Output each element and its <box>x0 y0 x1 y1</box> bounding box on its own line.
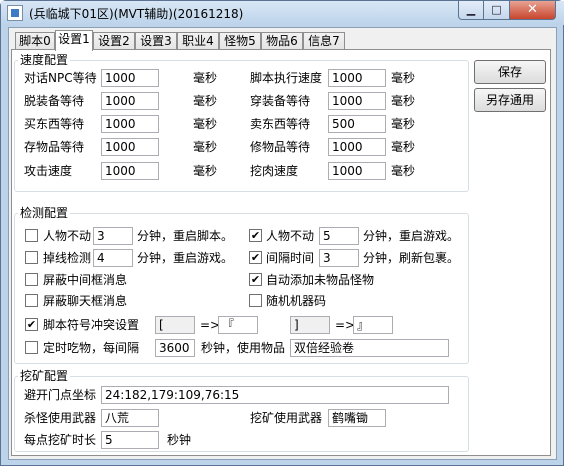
dig-duration-unit: 秒钟 <box>167 433 192 447</box>
tab-settings2[interactable]: 设置2 <box>93 32 135 50</box>
disconnect-checkbox[interactable] <box>25 251 38 264</box>
disconnect-minutes-input[interactable]: 4 <box>93 249 133 267</box>
symbol-to2-input[interactable]: 』 <box>353 316 393 334</box>
kill-weapon-input[interactable]: 八荒 <box>101 409 159 427</box>
store-wait-input[interactable]: 1000 <box>101 138 159 156</box>
mine-weapon-input[interactable]: 鹤嘴锄 <box>328 409 386 427</box>
buy-wait-label: 买东西等待 <box>24 117 85 131</box>
title-bar[interactable]: (兵临城下01区)(MVT辅助)(20161218) ▁ □ ✕ <box>1 1 564 25</box>
unit-label: 毫秒 <box>193 140 218 154</box>
unit-label: 毫秒 <box>391 94 416 108</box>
tab-class4[interactable]: 职业4 <box>177 32 219 50</box>
block-middle-checkbox[interactable] <box>25 273 38 286</box>
symbol-from2-input[interactable]: ] <box>290 316 330 334</box>
npc-wait-label: 对话NPC等待 <box>24 71 97 85</box>
idle-label: 人物不动 <box>43 229 92 243</box>
block-chat-label: 屏蔽聊天框消息 <box>43 294 128 308</box>
attack-speed-label: 攻击速度 <box>24 164 73 178</box>
interval-minutes-input[interactable]: 3 <box>319 249 359 267</box>
dig-duration-input[interactable]: 5 <box>101 431 159 449</box>
unit-label: 毫秒 <box>193 71 218 85</box>
tab-script0[interactable]: 脚本0 <box>15 32 55 50</box>
app-icon <box>7 5 23 21</box>
detect-group: 检测配置 人物不动 3 分钟，重启脚本。 ✔ 人物不动 5 分钟，重启游戏。 掉… <box>14 206 469 364</box>
speed-group-title: 速度配置 <box>18 53 71 67</box>
disconnect-label: 掉线检测 <box>43 251 92 265</box>
kill-weapon-label: 杀怪使用武器 <box>24 411 97 425</box>
unit-label: 毫秒 <box>193 164 218 178</box>
symbol-to1-input[interactable]: 『 <box>218 316 258 334</box>
sell-wait-input[interactable]: 500 <box>328 115 386 133</box>
idle2-minutes-input[interactable]: 5 <box>319 227 359 245</box>
idle2-suffix: 分钟，重启游戏。 <box>363 229 460 243</box>
close-button[interactable]: ✕ <box>510 1 556 20</box>
tab-items6[interactable]: 物品6 <box>261 32 303 50</box>
block-middle-label: 屏蔽中间框消息 <box>43 273 128 287</box>
buy-wait-input[interactable]: 1000 <box>101 115 159 133</box>
equip-wait-input[interactable]: 1000 <box>328 92 386 110</box>
timed-eat-checkbox[interactable] <box>25 341 38 354</box>
symbol-conflict-label: 脚本符号冲突设置 <box>43 318 140 332</box>
unit-label: 毫秒 <box>391 117 416 131</box>
timed-eat-label: 定时吃物，每间隔 <box>43 341 140 355</box>
unit-label: 毫秒 <box>391 164 416 178</box>
script-speed-label: 脚本执行速度 <box>250 71 323 85</box>
interval-label: 间隔时间 <box>266 251 315 265</box>
unequip-wait-label: 脱装备等待 <box>24 94 85 108</box>
tab-info7[interactable]: 信息7 <box>303 32 345 50</box>
symbol-from1-input[interactable]: [ <box>155 316 195 334</box>
client-area: 脚本0 设置1 设置2 设置3 职业4 怪物5 物品6 信息7 速度配置 对话N… <box>8 27 557 460</box>
unit-label: 毫秒 <box>391 140 416 154</box>
dig-speed-label: 挖肉速度 <box>250 164 299 178</box>
attack-speed-input[interactable]: 1000 <box>101 162 159 180</box>
unit-label: 毫秒 <box>193 117 218 131</box>
detect-group-title: 检测配置 <box>18 206 71 220</box>
app-window: (兵临城下01区)(MVT辅助)(20161218) ▁ □ ✕ 脚本0 设置1… <box>0 0 564 466</box>
tab-settings1[interactable]: 设置1 <box>55 30 93 51</box>
mining-group-title: 挖矿配置 <box>18 369 71 383</box>
tab-monster5[interactable]: 怪物5 <box>219 32 261 50</box>
unequip-wait-input[interactable]: 1000 <box>101 92 159 110</box>
portal-coords-input[interactable]: 24:182,179:109,76:15 <box>101 386 449 404</box>
random-code-checkbox[interactable] <box>249 294 262 307</box>
auto-add-checkbox[interactable]: ✔ <box>249 273 262 286</box>
window-title: (兵临城下01区)(MVT辅助)(20161218) <box>29 7 244 21</box>
random-code-label: 随机机器码 <box>266 294 327 308</box>
auto-add-label: 自动添加未物品怪物 <box>266 273 375 287</box>
script-speed-input[interactable]: 1000 <box>328 69 386 87</box>
unit-label: 毫秒 <box>193 94 218 108</box>
minimize-button[interactable]: ▁ <box>458 1 484 20</box>
mining-group: 挖矿配置 避开门点坐标 24:182,179:109,76:15 杀怪使用武器 … <box>14 369 469 452</box>
interval-checkbox[interactable]: ✔ <box>249 251 262 264</box>
store-wait-label: 存物品等待 <box>24 140 85 154</box>
timed-eat-seconds-input[interactable]: 3600 <box>155 339 195 357</box>
idle-restart-game-checkbox[interactable]: ✔ <box>249 229 262 242</box>
idle2-label: 人物不动 <box>266 229 315 243</box>
dig-duration-label: 每点挖矿时长 <box>24 433 97 447</box>
sell-wait-label: 卖东西等待 <box>250 117 311 131</box>
mine-weapon-label: 挖矿使用武器 <box>250 411 323 425</box>
repair-wait-input[interactable]: 1000 <box>328 138 386 156</box>
save-as-generic-button[interactable]: 另存通用 <box>474 88 546 112</box>
idle-restart-script-checkbox[interactable] <box>25 229 38 242</box>
dig-speed-input[interactable]: 1000 <box>328 162 386 180</box>
timed-eat-item-input[interactable]: 双倍经验卷 <box>290 339 449 357</box>
settings-panel: 速度配置 对话NPC等待 1000 毫秒 脚本执行速度 1000 毫秒 脱装备等… <box>11 49 551 456</box>
interval-suffix: 分钟，刷新包裹。 <box>363 251 460 265</box>
symbol-conflict-checkbox[interactable]: ✔ <box>25 318 38 331</box>
repair-wait-label: 修物品等待 <box>250 140 311 154</box>
disconnect-suffix: 分钟，重启游戏。 <box>137 251 234 265</box>
idle-suffix: 分钟，重启脚本。 <box>137 229 234 243</box>
save-button[interactable]: 保存 <box>474 60 546 84</box>
tab-settings3[interactable]: 设置3 <box>135 32 177 50</box>
block-chat-checkbox[interactable] <box>25 294 38 307</box>
timed-eat-suffix: 秒钟，使用物品 <box>201 341 286 355</box>
maximize-button[interactable]: □ <box>484 1 510 20</box>
speed-group: 速度配置 对话NPC等待 1000 毫秒 脚本执行速度 1000 毫秒 脱装备等… <box>14 53 469 192</box>
equip-wait-label: 穿装备等待 <box>250 94 311 108</box>
portal-coords-label: 避开门点坐标 <box>24 388 97 402</box>
idle-minutes-input[interactable]: 3 <box>93 227 133 245</box>
unit-label: 毫秒 <box>391 71 416 85</box>
npc-wait-input[interactable]: 1000 <box>101 69 159 87</box>
